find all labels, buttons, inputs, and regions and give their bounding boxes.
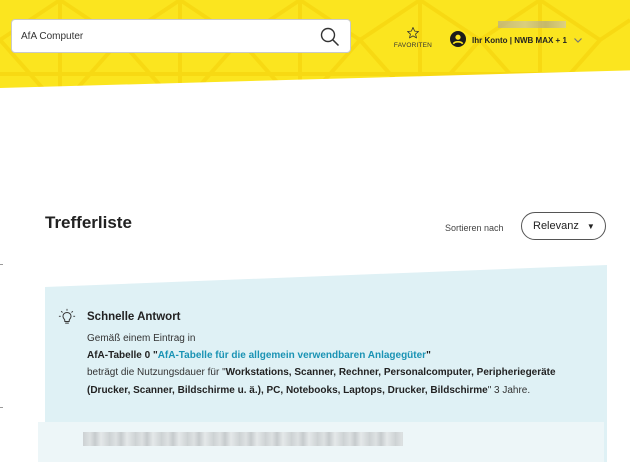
search-icon[interactable] (320, 27, 340, 47)
bulb-icon (58, 308, 76, 324)
duration-prefix: beträgt die Nutzungsdauer für " (87, 367, 226, 379)
caret-down-icon: ▼ (586, 221, 595, 231)
quick-answer-line1: Gemäß einem Eintrag in (87, 333, 196, 344)
quick-answer-table-line: AfA-Tabelle 0 "AfA-Tabelle für die allge… (87, 347, 587, 364)
account-text: Ihr Konto | NWB MAX + 1 (472, 21, 567, 48)
quick-answer-body: Gemäß einem Eintrag in AfA-Tabelle 0 "Af… (87, 330, 587, 399)
afa-table-link[interactable]: AfA-Tabelle für die allgemein verwendbar… (158, 350, 426, 361)
page-title: Trefferliste (45, 213, 132, 232)
duration-end: " 3 Jahre. (487, 384, 531, 396)
sort-label: Sortieren nach (445, 223, 504, 233)
star-icon (407, 27, 419, 39)
chevron-down-icon (573, 38, 582, 43)
search-input[interactable] (12, 21, 312, 51)
quick-answer-duration: beträgt die Nutzungsdauer für "Workstati… (87, 364, 587, 398)
user-icon (450, 31, 466, 47)
table-ref: AfA-Tabelle 0 " (87, 350, 158, 362)
edge-mark (0, 264, 3, 265)
account-name-redacted (498, 21, 566, 28)
account-menu[interactable]: Ihr Konto | NWB MAX + 1 (450, 21, 583, 51)
quick-answer-title: Schnelle Antwort (87, 311, 181, 323)
header-band (0, 0, 630, 108)
search-box[interactable] (11, 19, 351, 53)
favorites-label: FAVORITEN (393, 42, 433, 49)
account-label: Ihr Konto | NWB MAX + 1 (472, 36, 567, 45)
favorites-button[interactable]: FAVORITEN (391, 26, 435, 49)
result-preview-redacted (83, 432, 403, 446)
sort-select[interactable]: Relevanz ▼ (521, 212, 606, 240)
table-ref-end: " (426, 350, 431, 362)
sort-value: Relevanz (533, 220, 579, 232)
edge-mark (0, 407, 3, 408)
